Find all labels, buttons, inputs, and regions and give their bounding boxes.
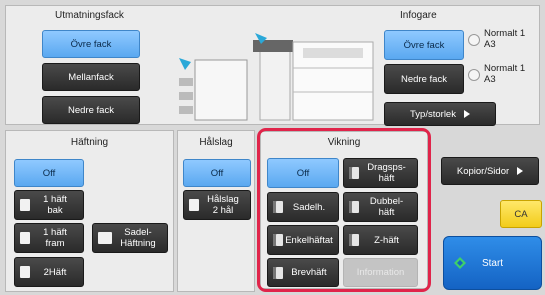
saddle-stitch-label: Sadel- Häftning [120,227,156,249]
folding-highlight-frame [257,128,431,292]
staple-two-button[interactable]: 2Häft [14,257,84,287]
punch-two-hole-button[interactable]: Hålslag 2 hål [183,190,251,220]
finisher-machine-illustration [175,28,380,123]
copies-pages-button[interactable]: Kopior/Sidor [441,157,539,185]
output-tray-title: Utmatningsfack [55,10,124,21]
output-middle-tray-button[interactable]: Mellanfack [42,63,140,91]
staple-one-front-button[interactable]: 1 häft fram [14,223,84,253]
arrow-right-icon [517,167,524,175]
inserter-title: Infogare [400,10,437,21]
inserter-lower-tray-button[interactable]: Nedre fack [384,64,464,94]
staple-doc-icon [20,232,30,244]
staple-one-front-label: 1 häft fram [43,227,67,249]
punch-doc-icon [189,199,199,211]
output-upper-tray-button[interactable]: Övre fack [42,30,140,58]
staple-one-back-label: 1 häft bak [43,194,67,216]
type-size-label: Typ/storlek [410,108,456,120]
punch-two-hole-label: Hålslag 2 hål [207,194,239,216]
start-label: Start [481,257,504,269]
inserter-lower-radio[interactable] [468,69,480,81]
staple-doc-icon [20,266,30,278]
staple-two-label: 2Häft [43,266,67,278]
inserter-lower-size-label: Normalt 1 A3 [484,63,526,85]
ca-button[interactable]: CA [500,200,542,228]
inserter-upper-size-label: Normalt 1 A3 [484,28,526,50]
arrow-right-icon [463,110,470,118]
output-lower-tray-button[interactable]: Nedre fack [42,96,140,124]
staple-one-back-button[interactable]: 1 häft bak [14,190,84,220]
staple-doc-icon [20,199,30,211]
punch-off-button[interactable]: Off [183,159,251,187]
copies-pages-label: Kopior/Sidor [456,165,510,177]
stapling-off-button[interactable]: Off [14,159,84,187]
start-icon [454,257,466,269]
inserter-upper-tray-button[interactable]: Övre fack [384,30,464,60]
start-button[interactable]: Start [443,236,542,290]
stapling-title: Häftning [70,137,109,148]
book-icon [98,232,112,244]
saddle-stitch-button[interactable]: Sadel- Häftning [92,223,168,253]
type-size-button[interactable]: Typ/storlek [384,102,496,126]
inserter-upper-radio[interactable] [468,34,480,46]
punch-title: Hålslag [199,137,233,148]
